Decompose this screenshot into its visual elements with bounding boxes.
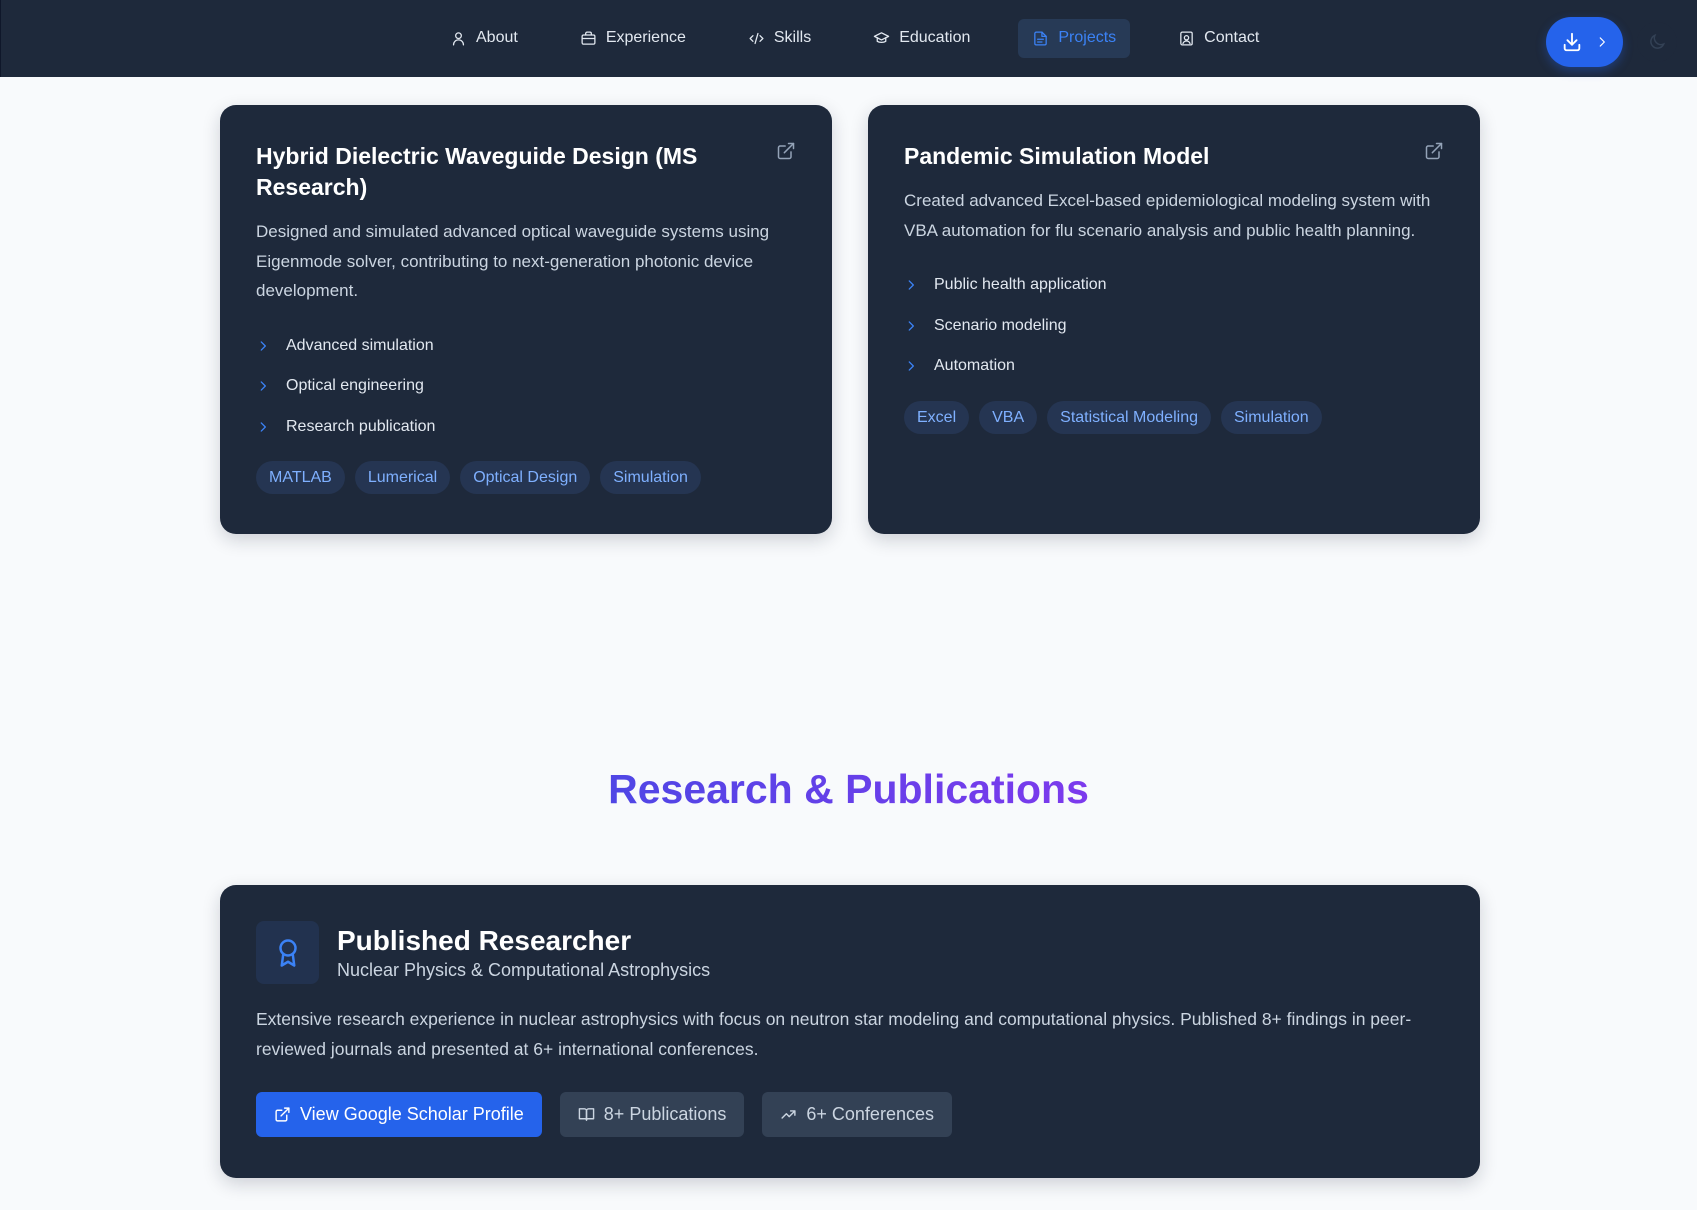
nav-item-label: Skills (773, 29, 812, 46)
nav-menu: About Experience Skills Education Projec… (436, 18, 1273, 58)
file-text-icon (1034, 30, 1048, 46)
trending-up-icon (781, 1110, 796, 1119)
google-scholar-button[interactable]: View Google Scholar Profile (256, 1092, 542, 1137)
nav-item-label: Projects (1058, 29, 1117, 46)
chevron-right-icon (908, 321, 914, 331)
project-title: Hybrid Dielectric Waveguide Design (MS R… (256, 143, 698, 200)
list-item: Research publication (256, 407, 796, 448)
button-label: 8+ Publications (603, 1104, 727, 1124)
research-title: Published Researcher (337, 925, 632, 956)
award-icon (256, 921, 319, 984)
research-description: Extensive research experience in nuclear… (256, 1009, 1412, 1059)
research-header: Published Researcher Nuclear Physics & C… (256, 921, 1444, 984)
feature-list: Public health application Scenario model… (904, 265, 1444, 387)
research-heading-block: Published Researcher Nuclear Physics & C… (337, 924, 710, 981)
tech-tag: MATLAB (256, 461, 345, 494)
feature-list: Advanced simulation Optical engineering … (256, 326, 796, 448)
nav-item-label: Experience (605, 29, 686, 46)
external-link-icon[interactable] (776, 141, 796, 161)
code-icon (749, 32, 764, 44)
list-item: Optical engineering (256, 366, 796, 407)
project-description: Designed and simulated advanced optical … (256, 222, 770, 300)
nav-item-about[interactable]: About (436, 19, 532, 58)
tech-tag: Optical Design (460, 461, 591, 494)
nav-item-contact[interactable]: Contact (1164, 19, 1273, 58)
nav-item-label: About (476, 29, 518, 46)
tech-tag: Lumerical (354, 461, 451, 494)
tech-tag: Excel (904, 400, 970, 434)
tech-tag: Statistical Modeling (1047, 400, 1211, 434)
graduation-cap-icon (873, 31, 890, 43)
download-resume-button[interactable] (1546, 17, 1623, 67)
chevron-right-icon (260, 381, 266, 391)
nav-item-projects[interactable]: Projects (1018, 18, 1131, 58)
user-icon (452, 31, 465, 46)
nav-item-label: Education (899, 29, 971, 46)
nav-item-label: Contact (1204, 29, 1260, 46)
chevron-right-icon (1599, 37, 1605, 47)
list-item: Public health application (904, 265, 1444, 306)
tag-list: MATLAB Lumerical Optical Design Simulati… (256, 461, 796, 494)
download-icon (1563, 32, 1580, 52)
list-item: Advanced simulation (256, 326, 796, 367)
project-card: Pandemic Simulation Model Created advanc… (868, 105, 1480, 534)
nav-item-skills[interactable]: Skills (734, 19, 825, 58)
project-description: Created advanced Excel-based epidemiolog… (904, 191, 1431, 240)
chevron-right-icon (908, 361, 914, 371)
feature-label: Advanced simulation (286, 336, 434, 354)
project-title: Pandemic Simulation Model (904, 143, 1210, 169)
feature-label: Automation (934, 357, 1015, 375)
tech-tag: VBA (979, 400, 1038, 434)
nav-item-experience[interactable]: Experience (566, 19, 700, 58)
nav-item-education[interactable]: Education (859, 19, 984, 58)
feature-label: Research publication (286, 417, 436, 435)
feature-label: Scenario modeling (934, 316, 1067, 334)
conferences-button[interactable]: 6+ Conferences (762, 1092, 952, 1137)
moon-icon (1650, 33, 1666, 49)
external-link-icon[interactable] (1424, 141, 1444, 161)
section-title: Research & Publications (608, 763, 1089, 815)
button-label: View Google Scholar Profile (300, 1104, 524, 1124)
tech-tag: Simulation (600, 461, 701, 494)
research-actions: View Google Scholar Profile 8+ Publicati… (256, 1092, 1444, 1137)
chevron-right-icon (908, 280, 914, 290)
research-card: Published Researcher Nuclear Physics & C… (220, 885, 1480, 1178)
book-open-icon (578, 1108, 595, 1121)
list-item: Automation (904, 346, 1444, 387)
tech-tag: Simulation (1220, 400, 1322, 434)
feature-label: Public health application (934, 276, 1107, 294)
contact-icon (1180, 30, 1193, 46)
external-link-icon (275, 1107, 290, 1122)
theme-toggle-button[interactable] (1637, 22, 1677, 62)
button-label: 6+ Conferences (806, 1104, 934, 1124)
project-card: Hybrid Dielectric Waveguide Design (MS R… (220, 105, 832, 534)
tag-list: Excel VBA Statistical Modeling Simulatio… (904, 400, 1444, 434)
research-subtitle: Nuclear Physics & Computational Astrophy… (337, 960, 711, 980)
list-item: Scenario modeling (904, 306, 1444, 347)
publications-button[interactable]: 8+ Publications (559, 1092, 745, 1137)
top-navbar: About Experience Skills Education Projec… (0, 0, 1697, 77)
briefcase-icon (581, 30, 596, 45)
chevron-right-icon (260, 422, 266, 432)
feature-label: Optical engineering (286, 377, 424, 395)
chevron-right-icon (260, 341, 266, 351)
